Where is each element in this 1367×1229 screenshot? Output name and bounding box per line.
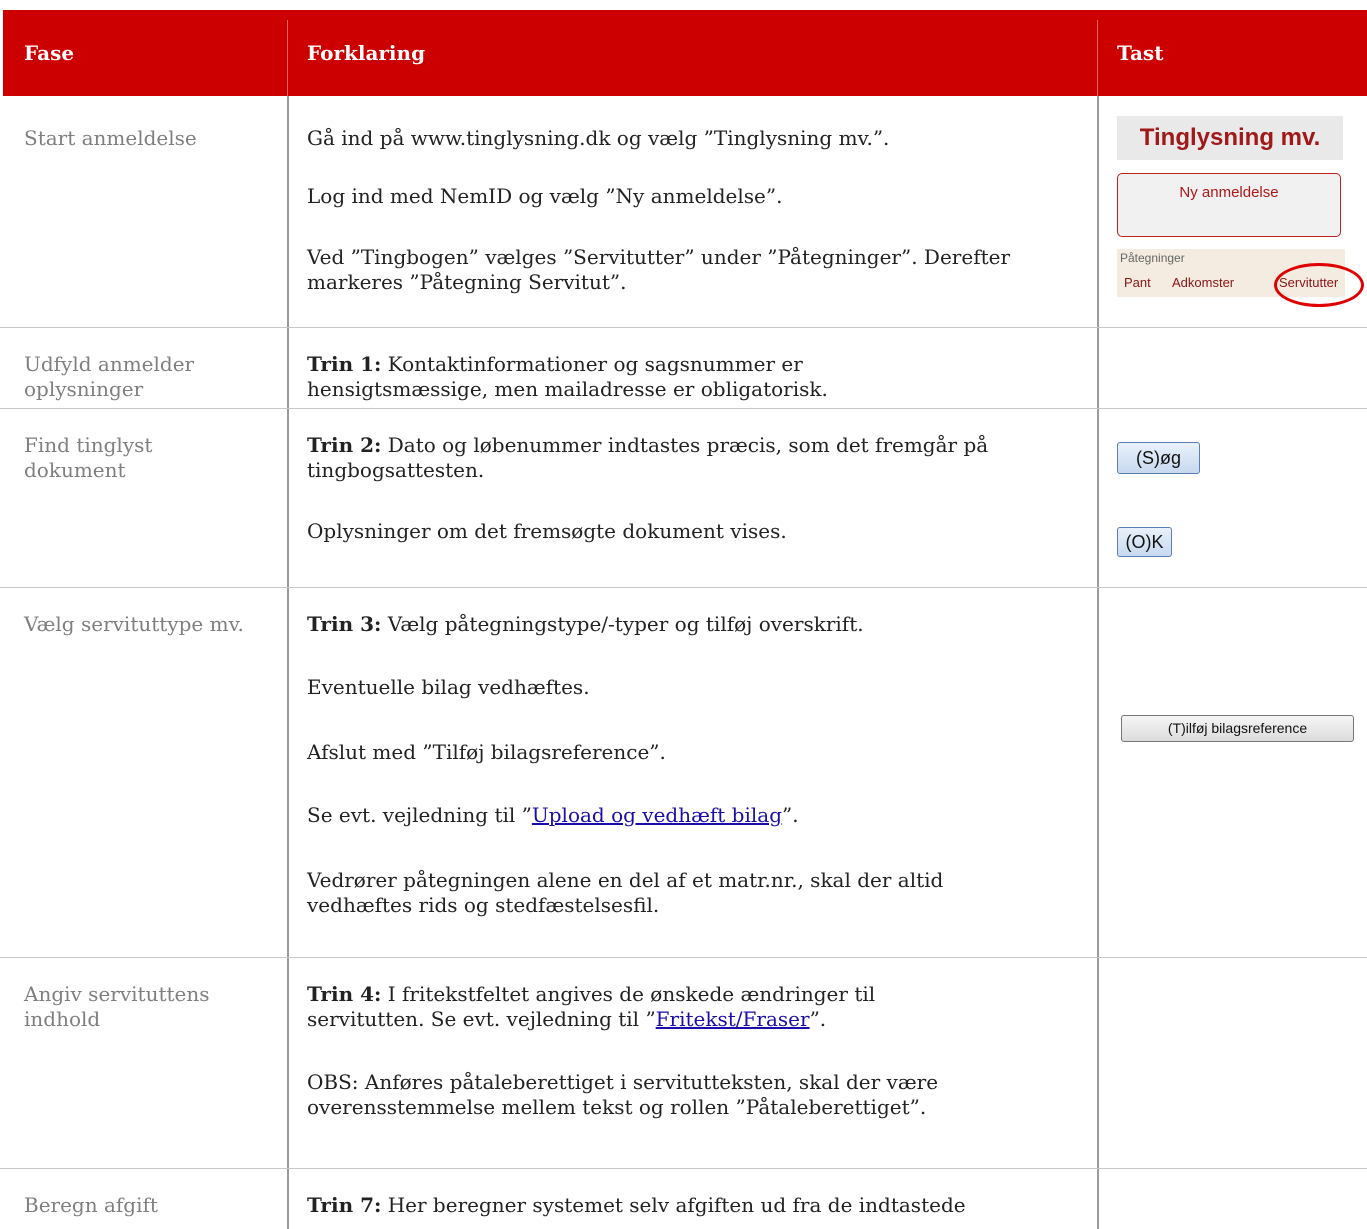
pant-link[interactable]: Pant: [1124, 275, 1151, 290]
step-text: Kontaktinformationer og sagsnummer er he…: [307, 352, 828, 401]
header-fase: Fase: [24, 41, 75, 65]
table-row: Start anmeldelse Gå ind på www.tinglysni…: [0, 96, 1367, 328]
table-row: Beregn afgift Trin 7: Her beregner syste…: [0, 1169, 1367, 1229]
sog-button[interactable]: (S)øg: [1117, 442, 1200, 474]
tast-cell: (T)ilføj bilagsreference: [1101, 588, 1354, 958]
fase-cell: Vælg servituttype mv.: [24, 612, 244, 636]
step-label: Trin 7:: [307, 1193, 382, 1217]
paragraph: Gå ind på www.tinglysning.dk og vælg ”Ti…: [307, 126, 890, 150]
step-label: Trin 1:: [307, 352, 382, 376]
paragraph: Trin 7: Her beregner systemet selv afgif…: [307, 1193, 1067, 1218]
fritekst-fraser-link[interactable]: Fritekst/Fraser: [656, 1007, 810, 1031]
paragraph: Log ind med NemID og vælg ”Ny anmeldelse…: [307, 184, 783, 208]
adkomster-link[interactable]: Adkomster: [1172, 275, 1234, 290]
header-tast: Tast: [1117, 41, 1164, 65]
fase-cell: Find tinglyst dokument: [24, 433, 153, 482]
paragraph: Se evt. vejledning til ”Upload og vedhæf…: [307, 803, 1067, 828]
ny-anmeldelse-button[interactable]: Ny anmeldelse: [1117, 173, 1341, 237]
fase-cell: Udfyld anmelder oplysninger: [24, 352, 195, 401]
table-row: Find tinglyst dokument Trin 2: Dato og l…: [0, 409, 1367, 588]
table-row: Angiv servituttens indhold Trin 4: I fri…: [0, 958, 1367, 1169]
header-divider: [1097, 20, 1098, 96]
pategninger-panel: Påtegninger Pant Adkomster Servitutter: [1117, 249, 1364, 307]
paragraph: Trin 4: I fritekstfeltet angives de ønsk…: [307, 982, 987, 1032]
link-suffix: ”.: [809, 1007, 827, 1031]
ok-button[interactable]: (O)K: [1117, 527, 1172, 557]
paragraph: Eventuelle bilag vedhæftes.: [307, 675, 590, 699]
step-text: Vælg påtegningstype/-typer og tilføj ove…: [381, 612, 864, 636]
paragraph: Trin 2: Dato og løbenummer indtastes præ…: [307, 433, 1067, 483]
paragraph: OBS: Anføres påtaleberettiget i servitut…: [307, 1070, 939, 1119]
step-label: Trin 4:: [307, 982, 382, 1006]
step-text: Her beregner systemet selv afgiften ud f…: [381, 1193, 966, 1217]
paragraph: Trin 3: Vælg påtegningstype/-typer og ti…: [307, 612, 1067, 637]
step-label: Trin 3:: [307, 612, 382, 636]
upload-bilag-link[interactable]: Upload og vedhæft bilag: [532, 803, 782, 827]
paragraph: Afslut med ”Tilføj bilagsreference”.: [307, 740, 666, 764]
table-row: Vælg servituttype mv. Trin 3: Vælg påteg…: [0, 588, 1367, 958]
tilfoj-bilagsreference-button[interactable]: (T)ilføj bilagsreference: [1121, 715, 1354, 742]
header-forklaring: Forklaring: [307, 41, 426, 65]
paragraph: Ved ”Tingbogen” vælges ”Servitutter” und…: [307, 245, 1011, 294]
paragraph: Trin 1: Kontaktinformationer og sagsnumm…: [307, 352, 927, 402]
tinglysning-banner[interactable]: Tinglysning mv.: [1117, 116, 1343, 160]
fase-cell: Angiv servituttens indhold: [24, 982, 210, 1031]
header-divider: [287, 20, 288, 96]
table-header: Fase Forklaring Tast: [3, 10, 1367, 96]
tast-cell: (S)øg (O)K: [1101, 409, 1351, 588]
paragraph: Oplysninger om det fremsøgte dokument vi…: [307, 519, 787, 543]
tast-cell: Tinglysning mv. Ny anmeldelse Påtegninge…: [1101, 96, 1364, 328]
table-row: Udfyld anmelder oplysninger Trin 1: Kont…: [0, 328, 1367, 409]
highlight-circle: [1274, 263, 1364, 307]
pategninger-label: Påtegninger: [1120, 251, 1185, 265]
step-label: Trin 2:: [307, 433, 382, 457]
link-prefix: Se evt. vejledning til ”: [307, 803, 532, 827]
link-suffix: ”.: [782, 803, 799, 827]
step-text: Dato og løbenummer indtastes præcis, som…: [307, 433, 989, 482]
paragraph: Vedrører påtegningen alene en del af et …: [307, 868, 944, 917]
fase-cell: Beregn afgift: [24, 1193, 158, 1217]
fase-cell: Start anmeldelse: [24, 126, 197, 150]
